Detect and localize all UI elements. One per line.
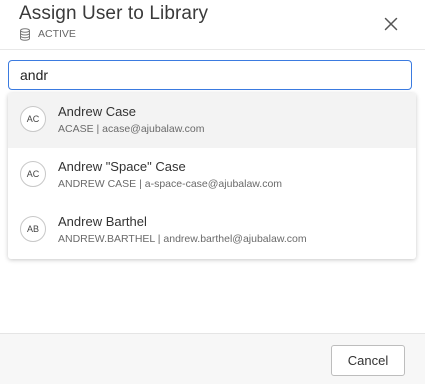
avatar: AB: [20, 216, 46, 242]
close-icon: [384, 17, 398, 36]
user-detail: ACASE | acase@ajubalaw.com: [58, 123, 205, 135]
dialog-footer: Cancel: [0, 334, 425, 384]
user-results-dropdown: AC Andrew Case ACASE | acase@ajubalaw.co…: [8, 93, 416, 259]
user-name: Andrew Case: [58, 104, 137, 119]
user-name: Andrew "Space" Case: [58, 159, 186, 174]
close-button[interactable]: [380, 15, 402, 37]
assign-user-dialog: Assign User to Library ACTIVE andr AC An…: [0, 0, 425, 384]
avatar: AC: [20, 161, 46, 187]
dialog-title: Assign User to Library: [19, 3, 209, 24]
status-row: ACTIVE: [19, 27, 76, 41]
dialog-header: Assign User to Library ACTIVE: [0, 0, 425, 50]
user-option-andrew-case[interactable]: AC Andrew Case ACASE | acase@ajubalaw.co…: [8, 93, 416, 148]
header-divider: [0, 49, 425, 50]
user-detail: ANDREW CASE | a-space-case@ajubalaw.com: [58, 178, 283, 190]
user-search-field: [8, 60, 412, 90]
user-search-input[interactable]: [9, 61, 411, 89]
user-name: Andrew Barthel: [58, 214, 147, 229]
cancel-button[interactable]: Cancel: [331, 345, 405, 376]
user-option-andrew-space-case[interactable]: AC Andrew "Space" Case ANDREW CASE | a-s…: [8, 148, 416, 203]
status-label: ACTIVE: [38, 28, 76, 40]
user-option-andrew-barthel[interactable]: AB Andrew Barthel ANDREW.BARTHEL | andre…: [8, 203, 416, 258]
database-icon: [19, 27, 31, 41]
user-detail: ANDREW.BARTHEL | andrew.barthel@ajubalaw…: [58, 233, 307, 245]
avatar: AC: [20, 106, 46, 132]
